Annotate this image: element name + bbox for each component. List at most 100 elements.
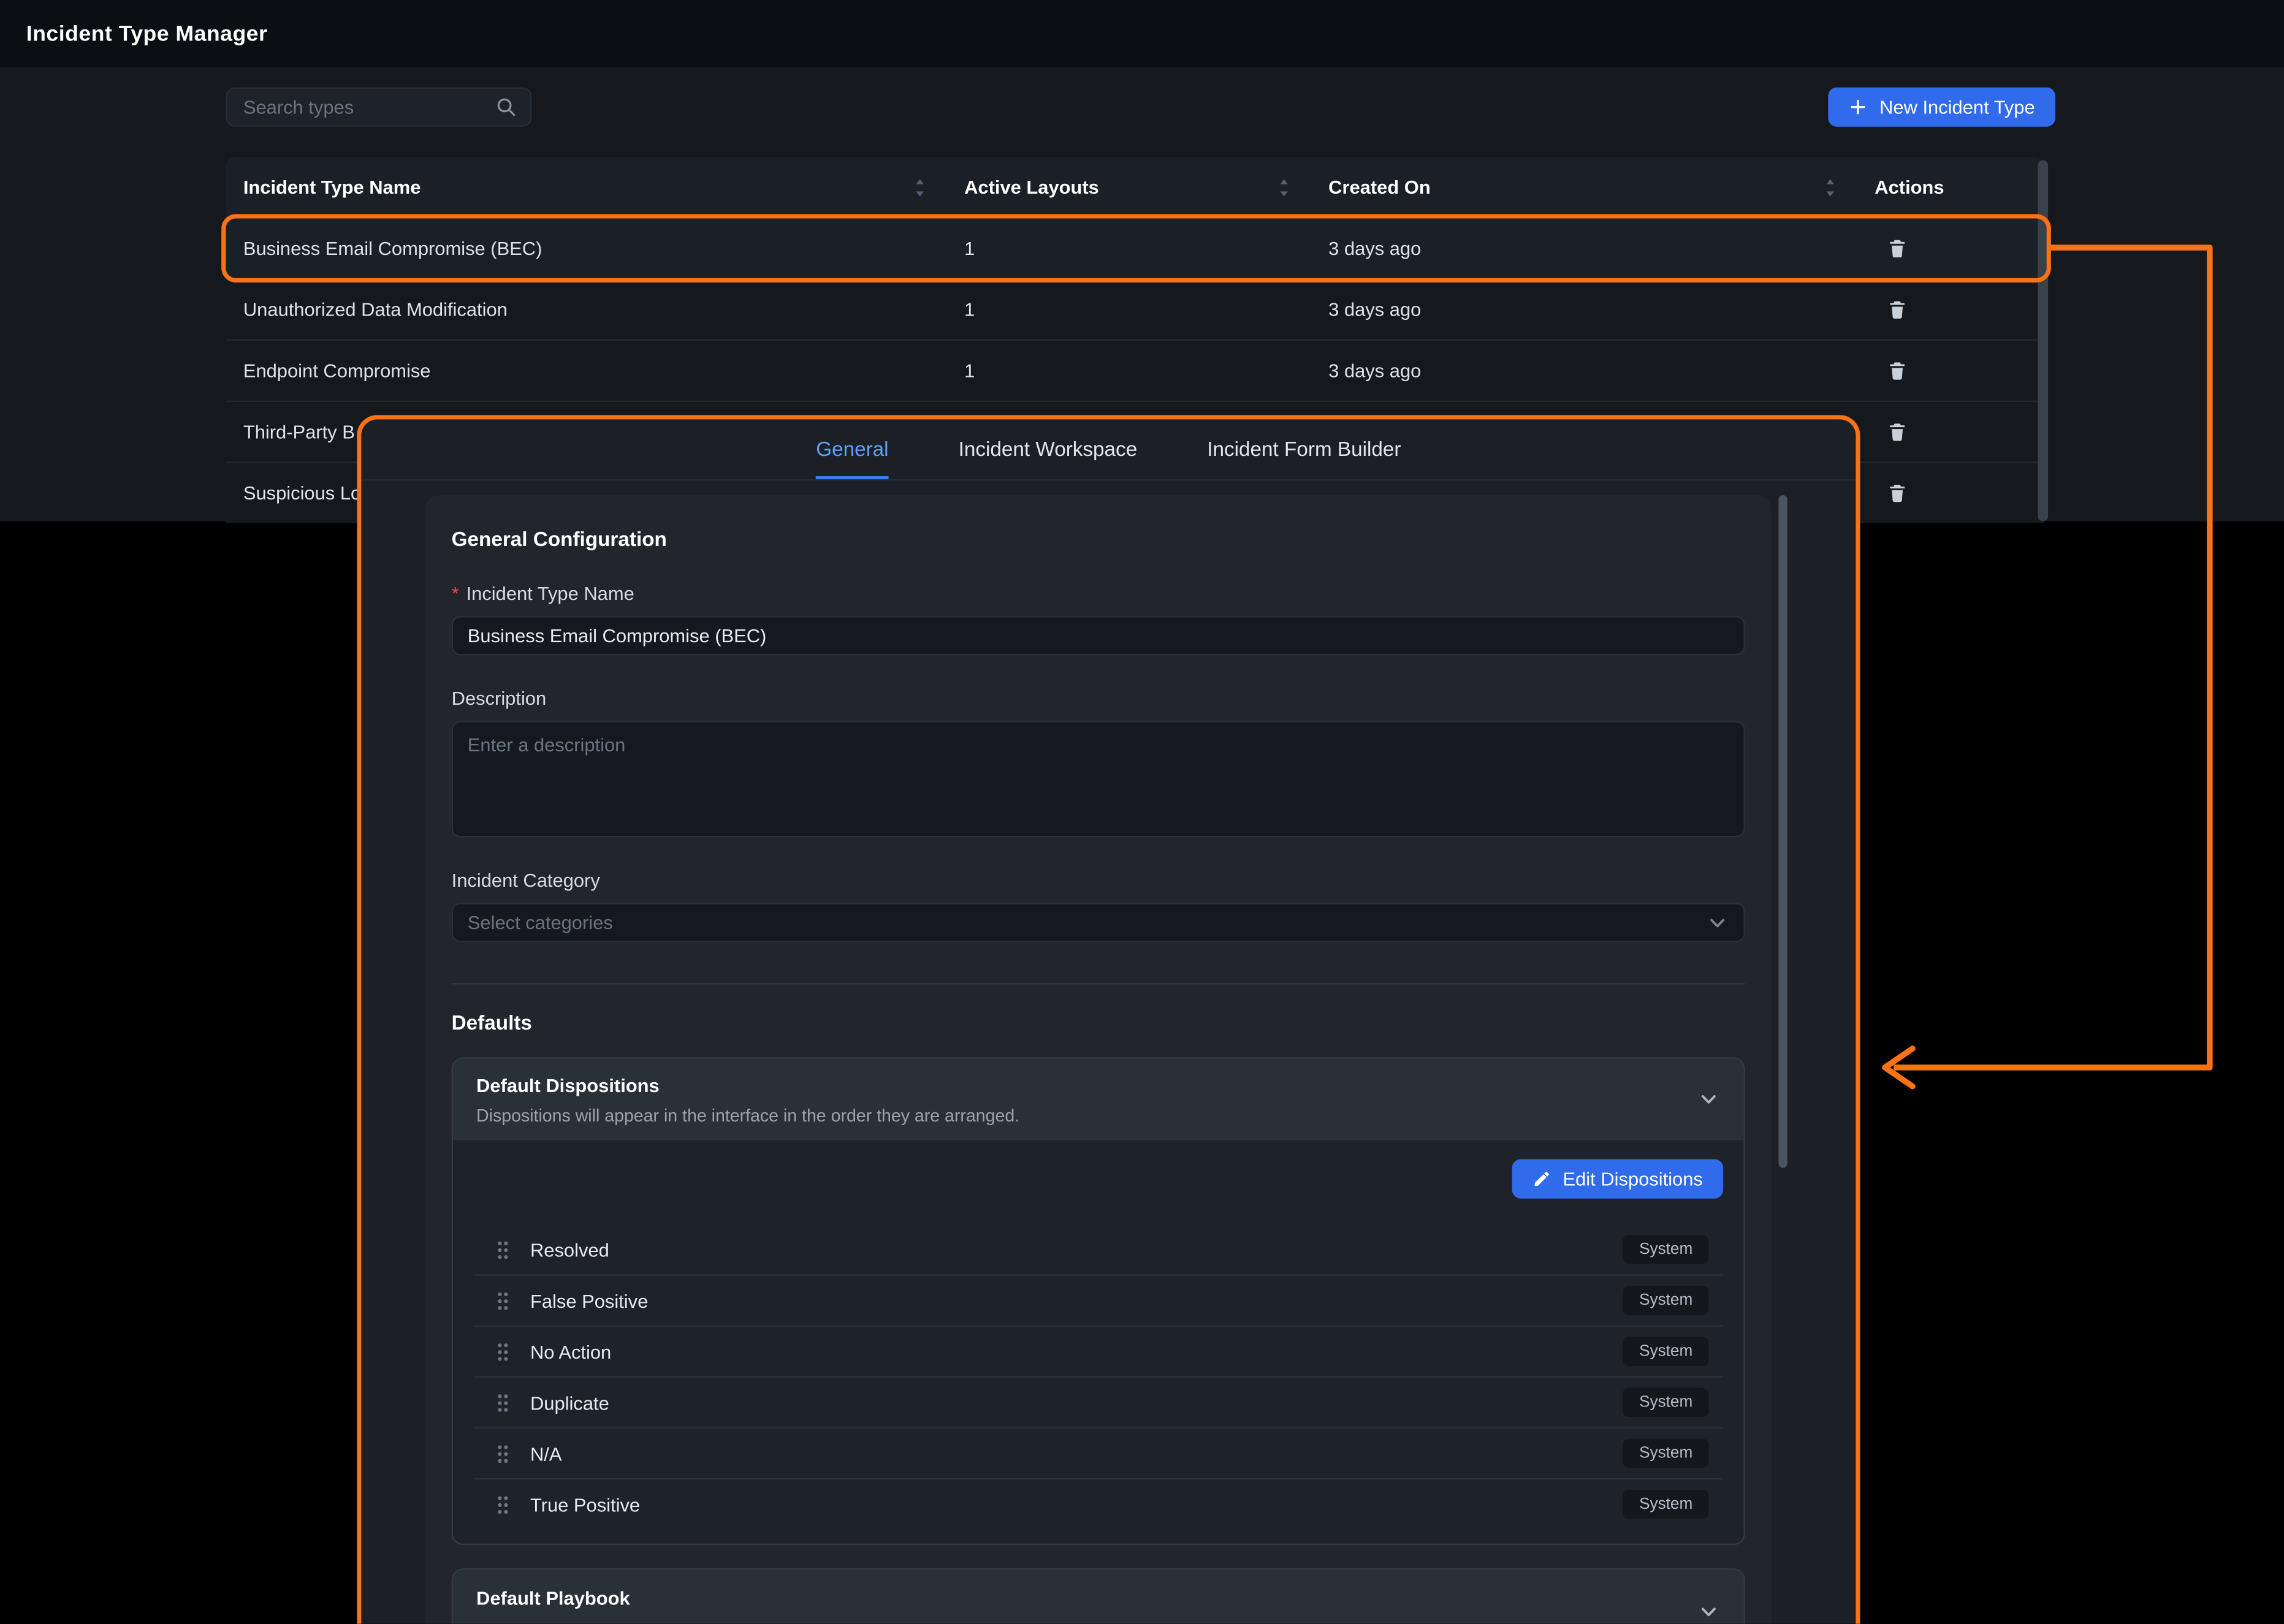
edit-dispositions-button[interactable]: Edit Dispositions: [1512, 1159, 1723, 1199]
required-marker: *: [452, 583, 459, 605]
tab-incident-form-builder[interactable]: Incident Form Builder: [1207, 419, 1401, 479]
status-badge: System: [1623, 1337, 1708, 1366]
new-incident-type-button[interactable]: New Incident Type: [1829, 88, 2055, 127]
description-label: Description: [452, 688, 1745, 710]
table-row[interactable]: Endpoint Compromise 1 3 days ago: [226, 340, 2044, 401]
drag-handle-icon[interactable]: [495, 1289, 510, 1311]
general-configuration-panel: General Configuration *Incident Type Nam…: [425, 495, 1772, 1624]
chevron-down-icon[interactable]: [1697, 1601, 1720, 1624]
column-label: Active Layouts: [964, 176, 1099, 199]
search-box[interactable]: [226, 88, 531, 127]
delete-button[interactable]: [1884, 295, 1911, 323]
cell-actions: [1857, 295, 2044, 323]
table-row[interactable]: Business Email Compromise (BEC) 1 3 days…: [226, 217, 2044, 278]
default-playbook-title: Default Playbook: [476, 1587, 630, 1609]
app-header: Incident Type Manager: [0, 0, 2284, 67]
drag-handle-icon[interactable]: [495, 1239, 510, 1261]
default-dispositions-subtitle: Dispositions will appear in the interfac…: [476, 1104, 1019, 1125]
column-header-actions: Actions: [1857, 176, 2044, 199]
cell-created: 3 days ago: [1311, 298, 1857, 321]
app: Incident Type Manager New Incident Type …: [0, 0, 2284, 1624]
disposition-label: True Positive: [530, 1493, 1623, 1516]
list-item: N/A System: [473, 1427, 1723, 1478]
cell-layouts: 1: [947, 298, 1311, 321]
default-playbook-header[interactable]: Default Playbook: [453, 1570, 1743, 1624]
cell-actions: [1857, 418, 2044, 446]
label-text: Incident Type Name: [466, 583, 634, 605]
incident-category-label: Incident Category: [452, 870, 1745, 892]
tab-incident-workspace[interactable]: Incident Workspace: [959, 419, 1138, 479]
disposition-label: False Positive: [530, 1289, 1623, 1311]
delete-button[interactable]: [1884, 235, 1911, 262]
status-badge: System: [1623, 1490, 1708, 1519]
cell-name: Unauthorized Data Modification: [226, 298, 946, 321]
drag-handle-icon[interactable]: [495, 1493, 510, 1516]
pencil-icon: [1532, 1169, 1551, 1188]
list-item: False Positive System: [473, 1274, 1723, 1325]
cell-name: Endpoint Compromise: [226, 360, 946, 382]
disposition-label: N/A: [530, 1443, 1623, 1465]
incident-type-name-label: * Incident Type Name: [452, 583, 1745, 605]
default-dispositions-card: Default Dispositions Dispositions will a…: [452, 1057, 1745, 1545]
table-row[interactable]: Unauthorized Data Modification 1 3 days …: [226, 278, 2044, 340]
cell-created: 3 days ago: [1311, 360, 1857, 382]
table-header-row: Incident Type Name Active Layouts Create…: [226, 157, 2044, 217]
list-item: Duplicate System: [473, 1376, 1723, 1427]
sort-icon[interactable]: [913, 177, 926, 197]
defaults-section-title: Defaults: [452, 1011, 1745, 1034]
search-input[interactable]: [240, 94, 495, 119]
chevron-down-icon[interactable]: [1697, 1088, 1720, 1111]
list-item: Resolved System: [473, 1224, 1723, 1274]
status-badge: System: [1623, 1235, 1708, 1264]
edit-dispositions-label: Edit Dispositions: [1563, 1168, 1703, 1190]
delete-button[interactable]: [1884, 479, 1911, 507]
select-placeholder: Select categories: [468, 912, 613, 934]
description-textarea[interactable]: [452, 721, 1745, 837]
tab-general[interactable]: General: [816, 419, 888, 479]
list-item: No Action System: [473, 1325, 1723, 1376]
delete-button[interactable]: [1884, 418, 1911, 446]
column-label: Incident Type Name: [243, 176, 421, 199]
cell-actions: [1857, 235, 2044, 262]
default-dispositions-header[interactable]: Default Dispositions Dispositions will a…: [453, 1059, 1743, 1140]
tab-bar: General Incident Workspace Incident Form…: [361, 419, 1856, 480]
dispositions-actions-row: Edit Dispositions: [473, 1159, 1723, 1199]
section-divider: [452, 983, 1745, 984]
table-scrollbar[interactable]: [2038, 160, 2048, 521]
list-item: True Positive System: [473, 1478, 1723, 1529]
cell-layouts: 1: [947, 360, 1311, 382]
drag-handle-icon[interactable]: [495, 1443, 510, 1465]
trash-icon: [1886, 360, 1908, 382]
page-title: Incident Type Manager: [26, 21, 268, 45]
column-label: Actions: [1875, 176, 1944, 199]
disposition-label: Duplicate: [530, 1392, 1623, 1414]
trash-icon: [1886, 421, 1908, 443]
column-label: Created On: [1328, 176, 1431, 199]
delete-button[interactable]: [1884, 357, 1911, 384]
disposition-label: No Action: [530, 1340, 1623, 1362]
column-header-created-on[interactable]: Created On: [1311, 176, 1857, 199]
panel-scrollbar[interactable]: [1778, 495, 1787, 1168]
drag-handle-icon[interactable]: [495, 1392, 510, 1414]
incident-type-name-input[interactable]: [452, 616, 1745, 655]
status-badge: System: [1623, 1388, 1708, 1417]
incident-type-editor-panel: General Incident Workspace Incident Form…: [357, 415, 1860, 1624]
plus-icon: [1849, 97, 1868, 116]
new-incident-type-label: New Incident Type: [1879, 96, 2035, 118]
search-icon: [495, 96, 517, 118]
cell-layouts: 1: [947, 237, 1311, 259]
status-badge: System: [1623, 1286, 1708, 1315]
default-dispositions-header-text: Default Dispositions Dispositions will a…: [476, 1074, 1019, 1125]
cell-created: 3 days ago: [1311, 237, 1857, 259]
trash-icon: [1886, 298, 1908, 321]
drag-handle-icon[interactable]: [495, 1340, 510, 1362]
chevron-down-icon: [1706, 911, 1729, 934]
dispositions-list: Resolved System False Positive System No…: [473, 1224, 1723, 1529]
column-header-active-layouts[interactable]: Active Layouts: [947, 176, 1311, 199]
default-playbook-card: Default Playbook: [452, 1568, 1745, 1624]
incident-category-select[interactable]: Select categories: [452, 903, 1745, 942]
disposition-label: Resolved: [530, 1239, 1623, 1261]
sort-icon[interactable]: [1277, 177, 1290, 197]
sort-icon[interactable]: [1824, 177, 1837, 197]
column-header-incident-type-name[interactable]: Incident Type Name: [226, 176, 946, 199]
